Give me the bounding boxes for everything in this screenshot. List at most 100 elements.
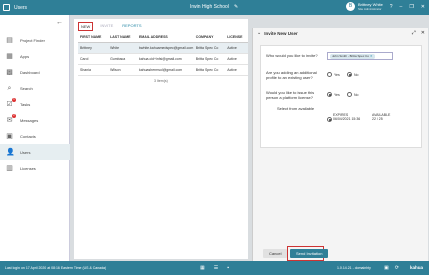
- table-row[interactable]: Shania Wilson kahuashermsol@gmail.com Br…: [78, 64, 248, 76]
- license-question: Would you like to issue this person a pl…: [266, 90, 315, 100]
- radio-label: Yes: [334, 72, 340, 77]
- radio-label: No: [354, 72, 359, 77]
- column-header[interactable]: EMAIL ADDRESS: [136, 33, 194, 43]
- edit-icon[interactable]: ✎: [234, 4, 238, 10]
- table-cell: Shania: [78, 64, 109, 76]
- messages-badge: 2: [12, 114, 16, 118]
- invite-form: Who would you like to invite? John Smith…: [260, 45, 422, 148]
- list-view-icon[interactable]: ☰: [214, 265, 218, 271]
- additional-profile-yes[interactable]: Yes: [327, 72, 340, 77]
- table-header-row: FIRST NAME LAST NAME EMAIL ADDRESS COMPA…: [78, 33, 248, 43]
- contacts-icon: ▣: [6, 132, 13, 140]
- table-cell: Britta Spec Co: [193, 53, 226, 65]
- avatar: B: [346, 2, 355, 11]
- sidebar-item-label: Dashboard: [20, 69, 40, 75]
- sidebar-item-label: Search: [20, 85, 33, 91]
- sidebar-item-licenses[interactable]: ▥ Licenses: [0, 160, 70, 176]
- sidebar-item-label: Contacts: [20, 133, 36, 139]
- panel-header: ⌄ Invite New User ⤢ ✕: [253, 28, 429, 38]
- tasks-badge: 1: [12, 98, 16, 102]
- invite-question: Who would you like to invite?: [266, 53, 318, 58]
- chevron-down-icon[interactable]: ⌄: [257, 30, 261, 36]
- sidebar-item-users[interactable]: 👤 Users: [0, 144, 70, 160]
- restore-icon[interactable]: ❐: [409, 4, 413, 10]
- tab-reports[interactable]: REPORTS: [120, 22, 143, 31]
- table-cell: Active: [225, 42, 248, 54]
- search-icon: ⌕: [7, 84, 12, 92]
- close-icon[interactable]: ✕: [421, 4, 425, 10]
- minimize-icon[interactable]: –: [400, 4, 403, 10]
- table-cell: Wilson: [108, 64, 137, 76]
- dashboard-icon: ▩: [6, 68, 13, 76]
- radio-yes[interactable]: [327, 72, 332, 77]
- table-cell: Brittney: [78, 42, 109, 54]
- expand-icon[interactable]: ⤢: [412, 30, 416, 36]
- status-bar: Last login on 17 April 2020 at 08:16 Eas…: [0, 261, 429, 275]
- help-icon[interactable]: ?: [390, 4, 393, 10]
- refresh-icon[interactable]: ⟳: [395, 265, 399, 271]
- expires-value: 06/04/2021 15:36: [333, 117, 361, 121]
- table-cell: Active: [225, 53, 248, 65]
- sidebar-item-label: Project Finder: [20, 37, 45, 43]
- table-cell: kahua.cid+infsi@gmail.com: [136, 53, 194, 65]
- license-radio[interactable]: [327, 117, 332, 122]
- table-cell: Carol: [78, 53, 109, 65]
- table-cell: White: [108, 42, 137, 54]
- table-row[interactable]: Brittney White bwhite.kahuamedspec@gmail…: [78, 42, 248, 54]
- tab-invite[interactable]: INVITE: [98, 22, 115, 31]
- settings-icon[interactable]: ▣: [384, 265, 389, 271]
- version-text: 1.0.14.21 - domainhty: [337, 266, 371, 270]
- sidebar-item-dashboard[interactable]: ▩ Dashboard: [0, 64, 70, 80]
- sidebar-item-label: Users: [20, 149, 31, 155]
- column-header[interactable]: LICENSE: [225, 33, 248, 43]
- school-name[interactable]: Irwin High School: [190, 4, 229, 10]
- app-icon: [3, 4, 10, 11]
- sidebar: ← ▤ Project Finder ▦ Apps ▩ Dashboard ⌕ …: [0, 15, 70, 261]
- panel-footer: Cancel Send Invitation: [253, 245, 429, 261]
- sidebar-item-contacts[interactable]: ▣ Contacts: [0, 128, 70, 144]
- license-option[interactable]: [327, 117, 334, 122]
- sidebar-item-label: Apps: [20, 53, 30, 59]
- table-cell: Britta Spec Co: [193, 64, 226, 76]
- column-header[interactable]: FIRST NAME: [78, 33, 109, 43]
- column-header[interactable]: COMPANY: [193, 33, 226, 43]
- grid-view-icon[interactable]: ▦: [200, 265, 205, 271]
- send-invitation-button[interactable]: Send Invitation: [290, 249, 329, 258]
- app-title: Users: [14, 4, 28, 11]
- radio-no[interactable]: [347, 72, 352, 77]
- sidebar-item-label: Licenses: [20, 165, 36, 171]
- license-no[interactable]: No: [347, 92, 358, 97]
- sidebar-item-project-finder[interactable]: ▤ Project Finder: [0, 32, 70, 48]
- sidebar-item-label: Tasks: [20, 101, 31, 107]
- sidebar-item-tasks[interactable]: ☑ 1 Tasks: [0, 96, 70, 112]
- table-cell: Britta Spec Co: [193, 42, 226, 54]
- users-table: FIRST NAME LAST NAME EMAIL ADDRESS COMPA…: [78, 33, 248, 76]
- additional-profile-question: Are you adding an additional profile to …: [266, 70, 317, 80]
- apps-icon: ▦: [6, 52, 13, 60]
- sidebar-item-messages[interactable]: ✉ 2 Messages: [0, 112, 70, 128]
- cancel-button[interactable]: Cancel: [263, 249, 288, 258]
- close-panel-icon[interactable]: ✕: [421, 30, 425, 36]
- table-row[interactable]: Carol Gumbaca kahua.cid+infsi@gmail.com …: [78, 53, 248, 65]
- collapse-sidebar-icon[interactable]: ←: [56, 19, 63, 26]
- column-header[interactable]: LAST NAME: [108, 33, 137, 43]
- tab-new[interactable]: NEW: [78, 22, 94, 31]
- additional-profile-no[interactable]: No: [347, 72, 358, 77]
- remove-chip-icon[interactable]: ✕: [370, 54, 373, 58]
- available-value: 22 / 25: [372, 117, 383, 121]
- panel-title: Invite New User: [264, 30, 298, 36]
- chat-icon[interactable]: ▪: [227, 265, 229, 271]
- invitee-input[interactable]: John Smith - Britta Spec Co✕: [327, 52, 393, 60]
- radio-yes[interactable]: [327, 92, 332, 97]
- sidebar-item-search[interactable]: ⌕ Search: [0, 80, 70, 96]
- user-menu[interactable]: B Brittney White Site Administrator: [346, 2, 383, 11]
- folder-icon: ▤: [6, 36, 13, 44]
- item-count: 3 Item(s): [154, 79, 168, 83]
- sidebar-item-label: Messages: [20, 117, 39, 123]
- invitee-chip[interactable]: John Smith - Britta Spec Co✕: [330, 54, 375, 59]
- radio-no[interactable]: [347, 92, 352, 97]
- licenses-icon: ▥: [6, 164, 13, 172]
- table-cell: kahuashermsol@gmail.com: [136, 64, 194, 76]
- sidebar-item-apps[interactable]: ▦ Apps: [0, 48, 70, 64]
- license-yes[interactable]: Yes: [327, 92, 340, 97]
